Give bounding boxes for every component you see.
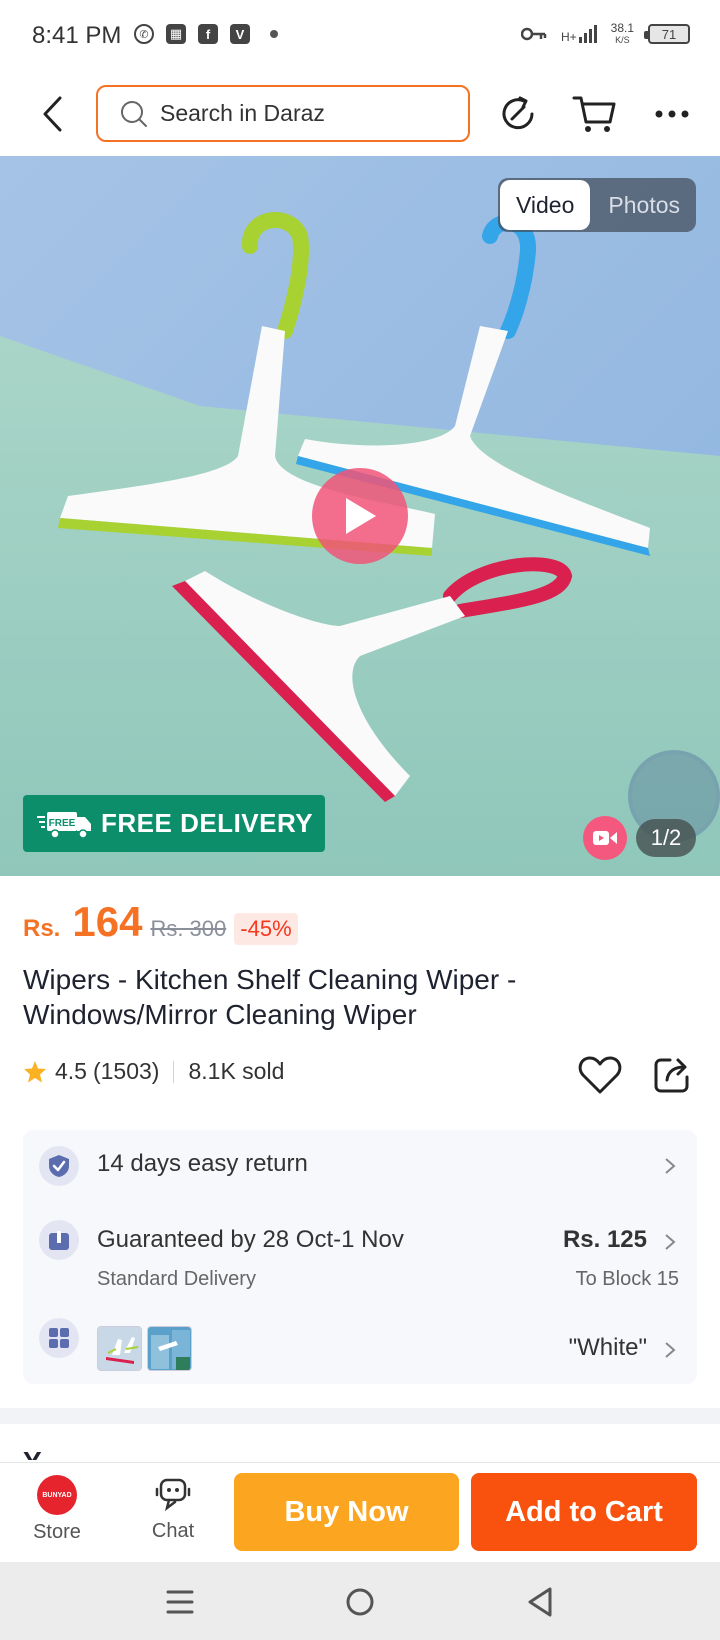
rating-count: (1503) bbox=[92, 1058, 160, 1084]
star-icon bbox=[24, 1060, 46, 1082]
top-nav: Search in Daraz bbox=[0, 72, 720, 156]
facebook-icon: f bbox=[198, 24, 218, 44]
delivery-box-icon bbox=[39, 1220, 79, 1260]
cart-icon bbox=[572, 96, 616, 132]
signal-icon: H+ bbox=[561, 25, 597, 43]
chevron-right-icon bbox=[665, 1342, 676, 1358]
network-speed: 38.1 K/S bbox=[610, 21, 634, 45]
delivery-location: To Block 15 bbox=[575, 1268, 679, 1290]
more-button[interactable] bbox=[648, 90, 696, 138]
v-app-icon: V bbox=[230, 24, 250, 44]
original-price: Rs. 300 bbox=[150, 916, 227, 941]
delivery-guarantee: Guaranteed by 28 Oct-1 Nov bbox=[97, 1226, 404, 1253]
tab-video[interactable]: Video bbox=[499, 180, 591, 230]
section-divider bbox=[0, 1408, 720, 1424]
back-triangle-icon bbox=[528, 1587, 552, 1617]
variant-thumb-2[interactable] bbox=[147, 1326, 192, 1371]
separator bbox=[173, 1060, 175, 1083]
price-row: Rs. 164 Rs. 300 -45% bbox=[23, 898, 298, 946]
history-icon bbox=[502, 96, 534, 130]
back-icon bbox=[43, 96, 62, 132]
page-indicator: 1/2 bbox=[636, 819, 696, 857]
bottom-action-bar: BUNYAD Store Chat Buy Now Add to Cart bbox=[0, 1462, 720, 1562]
media-toggle: Video Photos bbox=[497, 178, 696, 232]
wishlist-heart-icon[interactable] bbox=[578, 1055, 622, 1095]
network-type: H+ bbox=[560, 30, 577, 44]
battery-icon: 71 bbox=[644, 24, 690, 44]
video-camera-icon[interactable] bbox=[583, 816, 627, 860]
free-delivery-label: FREE DELIVERY bbox=[101, 808, 314, 838]
store-logo: BUNYAD bbox=[37, 1475, 77, 1515]
cart-button[interactable] bbox=[570, 90, 618, 138]
search-input[interactable]: Search in Daraz bbox=[96, 85, 470, 142]
play-button[interactable] bbox=[312, 468, 408, 564]
whatsapp-icon: ✆ bbox=[134, 24, 154, 44]
discount-badge: -45% bbox=[234, 913, 298, 945]
status-time: 8:41 PM bbox=[32, 22, 122, 49]
price: 164 bbox=[72, 898, 143, 945]
delivery-type: Standard Delivery bbox=[97, 1268, 256, 1290]
chat-icon bbox=[155, 1478, 191, 1512]
chat-label: Chat bbox=[151, 1520, 195, 1542]
tab-photos[interactable]: Photos bbox=[592, 178, 696, 232]
home-circle-icon bbox=[346, 1588, 374, 1616]
video-icon bbox=[593, 831, 617, 845]
share-icon[interactable] bbox=[652, 1055, 692, 1095]
app-icon: ▦ bbox=[166, 24, 186, 44]
currency: Rs. bbox=[23, 915, 61, 942]
play-icon bbox=[346, 498, 376, 534]
chevron-right-icon bbox=[665, 1234, 676, 1250]
chevron-right-icon bbox=[665, 1158, 676, 1174]
truck-icon: FREE bbox=[37, 811, 91, 839]
free-delivery-badge: FREE FREE DELIVERY bbox=[23, 795, 325, 852]
history-button[interactable] bbox=[494, 90, 542, 138]
store-button[interactable]: BUNYAD Store bbox=[26, 1475, 88, 1544]
menu-icon bbox=[166, 1590, 194, 1614]
rating-row[interactable]: 4.5 (1503) 8.1K sold bbox=[23, 1058, 284, 1085]
chat-button[interactable]: Chat bbox=[140, 1475, 206, 1543]
back-nav-button[interactable] bbox=[522, 1584, 558, 1620]
search-icon bbox=[121, 100, 147, 127]
buy-now-button[interactable]: Buy Now bbox=[234, 1473, 459, 1551]
more-icon bbox=[655, 110, 689, 118]
menu-nav-button[interactable] bbox=[162, 1584, 198, 1620]
status-app-icons: ✆ ▦ f V bbox=[134, 24, 278, 44]
product-title: Wipers - Kitchen Shelf Cleaning Wiper - … bbox=[23, 964, 517, 1030]
key-icon bbox=[520, 27, 547, 41]
variant-grid-icon bbox=[39, 1318, 79, 1358]
system-nav-bar bbox=[0, 1562, 720, 1640]
sold-count: 8.1K sold bbox=[188, 1058, 285, 1084]
store-label: Store bbox=[33, 1521, 81, 1543]
truck-label: FREE bbox=[49, 818, 76, 829]
status-bar: 8:41 PM ✆ ▦ f V H+ 38.1 K/S 71 bbox=[0, 0, 720, 72]
variant-thumb-1[interactable] bbox=[97, 1326, 142, 1371]
notification-dot-icon bbox=[270, 30, 278, 38]
battery-level: 71 bbox=[661, 26, 677, 42]
service-info-box: 14 days easy return Guaranteed by 28 Oct… bbox=[23, 1130, 697, 1384]
rating-value: 4.5 bbox=[55, 1058, 87, 1084]
home-nav-button[interactable] bbox=[342, 1584, 378, 1620]
search-placeholder: Search in Daraz bbox=[160, 100, 325, 126]
back-button[interactable] bbox=[32, 90, 72, 138]
return-policy-text: 14 days easy return bbox=[97, 1150, 308, 1177]
delivery-fee: Rs. 125 bbox=[562, 1226, 647, 1253]
selected-variant: "White" bbox=[568, 1334, 647, 1361]
product-gallery[interactable]: Video Photos FREE FREE DELIVERY 1/2 bbox=[0, 156, 720, 876]
next-section-peek: Y bbox=[23, 1446, 42, 1460]
return-shield-icon bbox=[39, 1146, 79, 1186]
status-indicators: H+ 38.1 K/S 71 bbox=[520, 21, 690, 46]
add-to-cart-button[interactable]: Add to Cart bbox=[471, 1473, 697, 1551]
